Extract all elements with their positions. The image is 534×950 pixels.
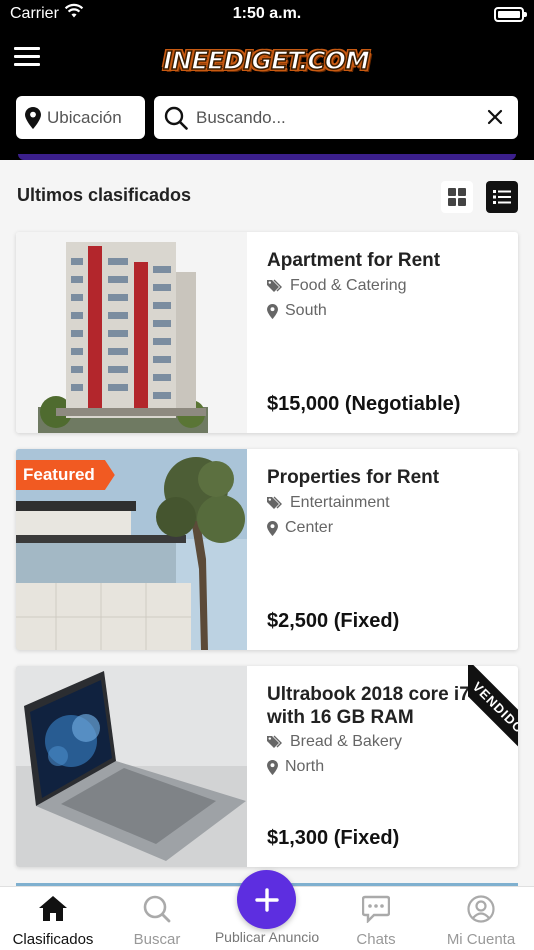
featured-badge: Featured: [16, 460, 115, 490]
tab-buscar[interactable]: Buscar: [104, 887, 210, 950]
map-pin-icon: [267, 303, 278, 319]
listing-price: $2,500 (Fixed): [267, 610, 400, 632]
location-selector[interactable]: Ubicación: [16, 96, 145, 139]
listing-title: Apartment for Rent: [267, 250, 441, 271]
location-label: Ubicación: [47, 107, 122, 127]
clear-search-icon[interactable]: [486, 108, 504, 126]
hamburger-menu-icon[interactable]: [14, 47, 40, 69]
grid-view-button[interactable]: [441, 181, 473, 213]
listing-image-ultrabook: [16, 666, 247, 867]
tab-mi-cuenta[interactable]: Mi Cuenta: [428, 887, 534, 950]
search-icon: [164, 106, 188, 130]
map-pin-icon: [25, 106, 41, 129]
search-input[interactable]: [196, 107, 466, 128]
listing-image-apartment: [16, 232, 247, 433]
list-icon: [493, 190, 511, 204]
chat-icon: [362, 895, 390, 923]
map-pin-icon: [267, 520, 278, 536]
user-icon: [467, 895, 495, 923]
listing-category: Food & Catering: [267, 277, 407, 295]
publish-ad-button[interactable]: [237, 870, 296, 929]
app-logo: INEEDIGET.COM: [162, 45, 370, 76]
tag-icon: [267, 496, 282, 509]
listing-category: Bread & Bakery: [267, 733, 402, 751]
clock: 1:50 a.m.: [232, 5, 302, 22]
sold-ribbon: VENDIDO: [468, 665, 518, 775]
header-accent-strip: [18, 154, 516, 160]
tab-chats[interactable]: Chats: [323, 887, 429, 950]
listing-location: North: [267, 758, 324, 776]
listing-location: South: [267, 302, 327, 320]
search-bar[interactable]: [154, 96, 518, 139]
plus-icon: [254, 887, 279, 912]
battery-icon: [494, 7, 527, 22]
listing-price: $1,300 (Fixed): [267, 827, 400, 849]
map-pin-icon: [267, 759, 278, 775]
tag-icon: [267, 279, 282, 292]
app-header: Carrier 1:50 a.m. INEEDIGET.COM Ubicació…: [0, 0, 534, 160]
tag-icon: [267, 735, 282, 748]
status-bar: Carrier 1:50 a.m.: [0, 0, 534, 30]
home-icon: [39, 896, 67, 921]
listing-category: Entertainment: [267, 494, 390, 512]
section-title: Ultimos clasificados: [17, 185, 192, 205]
sold-ribbon-label: VENDIDO: [468, 665, 518, 771]
listing-price: $15,000 (Negotiable): [267, 393, 461, 415]
publish-ad-label: Publicar Anuncio: [214, 929, 320, 945]
listing-card[interactable]: Apartment for Rent Food & Catering South…: [16, 232, 518, 433]
listing-card[interactable]: Ultrabook 2018 core i7 with 16 GB RAM Br…: [16, 666, 518, 867]
list-view-button[interactable]: [486, 181, 518, 213]
listing-title: Ultrabook 2018 core i7 with 16 GB RAM: [267, 684, 470, 728]
grid-icon: [448, 188, 466, 206]
search-icon: [143, 895, 171, 923]
listing-location: Center: [267, 519, 333, 537]
listing-title: Properties for Rent: [267, 467, 440, 488]
tab-clasificados[interactable]: Clasificados: [0, 887, 106, 950]
